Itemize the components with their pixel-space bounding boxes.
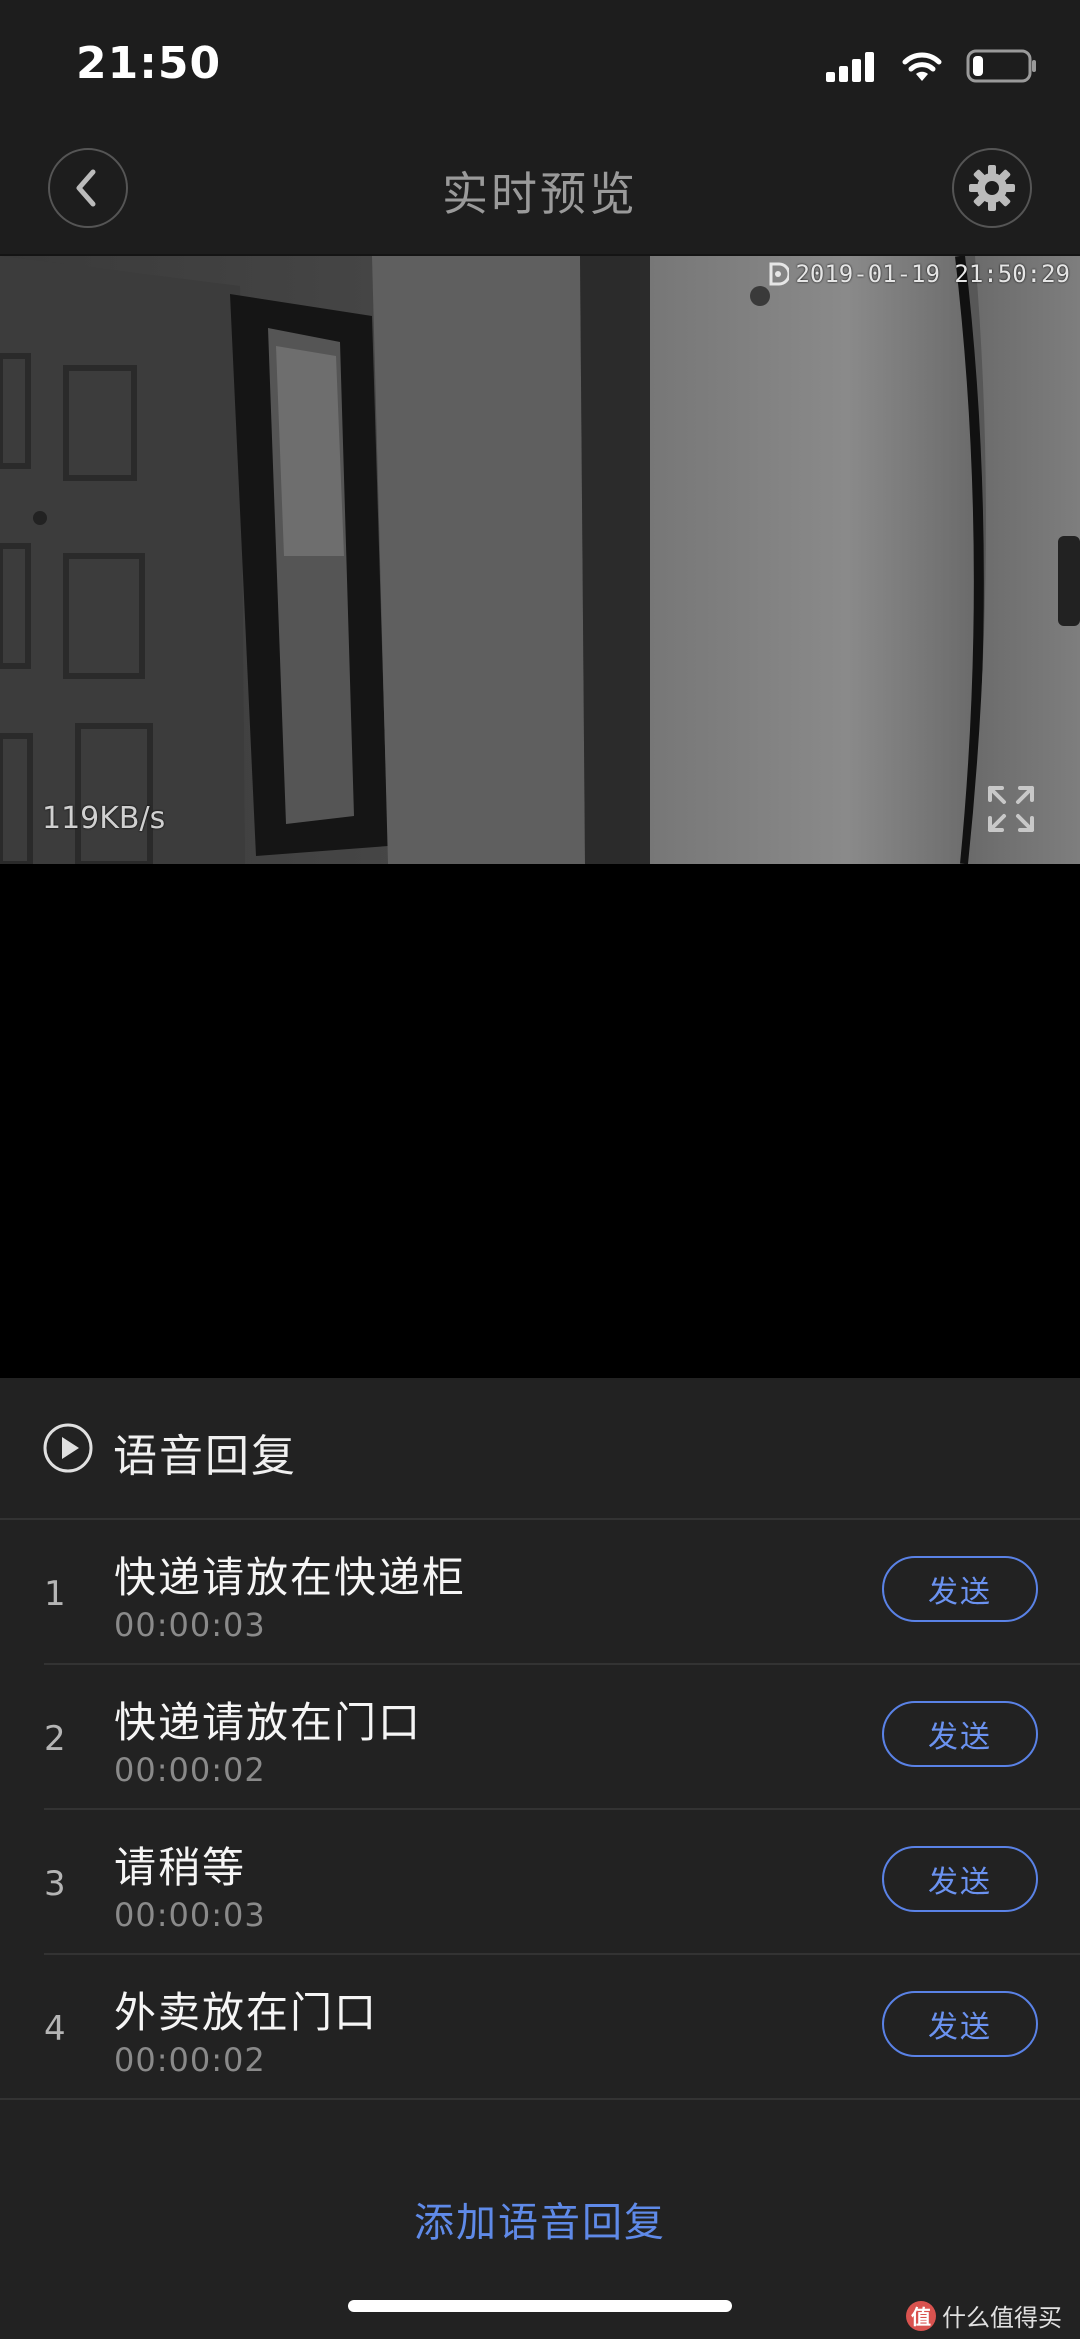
play-circle-icon <box>43 1423 93 1473</box>
reply-index: 2 <box>44 1719 66 1759</box>
home-indicator[interactable] <box>348 2300 732 2312</box>
camera-brand-icon <box>769 262 790 286</box>
page-title: 实时预览 <box>442 167 638 221</box>
voice-reply-title: 语音回复 <box>113 1431 297 1482</box>
reply-text: 外卖放在门口 <box>114 1988 379 2037</box>
watermark-text: 什么值得买 <box>942 2304 1062 2332</box>
fullscreen-button[interactable] <box>986 784 1036 834</box>
reply-index: 1 <box>44 1574 66 1614</box>
signal-bars-icon <box>826 52 874 82</box>
reply-text: 快递请放在快递柜 <box>114 1553 467 1602</box>
battery-icon <box>966 49 1036 83</box>
video-timestamp-text: 2019-01-19 21:50:29 <box>795 260 1070 288</box>
list-item: 3 请稍等 00:00:03 发送 <box>44 1810 1080 1955</box>
list-item: 1 快递请放在快递柜 00:00:03 发送 <box>44 1520 1080 1665</box>
status-time: 21:50 <box>76 38 222 89</box>
list-item: 4 外卖放在门口 00:00:02 发送 <box>0 1955 1080 2100</box>
voice-reply-header: 语音回复 <box>0 1378 1080 1520</box>
voice-reply-list: 1 快递请放在快递柜 00:00:03 发送 2 快递请放在门口 00:00:0… <box>0 1520 1080 2100</box>
reply-duration: 00:00:02 <box>114 2041 266 2079</box>
gear-icon <box>969 165 1015 211</box>
list-item: 2 快递请放在门口 00:00:02 发送 <box>44 1665 1080 1810</box>
nav-bar: 实时预览 <box>0 120 1080 256</box>
reply-text: 请稍等 <box>114 1843 247 1892</box>
send-button[interactable]: 发送 <box>882 1701 1038 1767</box>
reply-duration: 00:00:03 <box>114 1896 266 1934</box>
status-icons <box>826 46 1038 86</box>
camera-feed-image <box>0 256 1080 864</box>
fullscreen-icon <box>988 786 1034 832</box>
reply-duration: 00:00:03 <box>114 1606 266 1644</box>
live-video-frame[interactable]: 2019-01-19 21:50:29 119KB/s <box>0 256 1080 864</box>
reply-text: 快递请放在门口 <box>114 1698 423 1747</box>
send-button[interactable]: 发送 <box>882 1556 1038 1622</box>
status-bar: 21:50 <box>0 0 1080 120</box>
send-button[interactable]: 发送 <box>882 1991 1038 2057</box>
reply-duration: 00:00:02 <box>114 1751 266 1789</box>
add-voice-reply-link[interactable]: 添加语音回复 <box>0 2190 1080 2248</box>
reply-index: 4 <box>44 2009 66 2049</box>
video-timestamp: 2019-01-19 21:50:29 <box>767 260 1070 288</box>
wifi-icon <box>902 52 942 81</box>
watermark-logo: 值 <box>906 2300 936 2331</box>
watermark: 值 什么值得买 <box>906 2298 1062 2333</box>
settings-button[interactable] <box>952 148 1032 228</box>
reply-index: 3 <box>44 1864 66 1904</box>
send-button[interactable]: 发送 <box>882 1846 1038 1912</box>
bitrate-label: 119KB/s <box>42 801 166 836</box>
